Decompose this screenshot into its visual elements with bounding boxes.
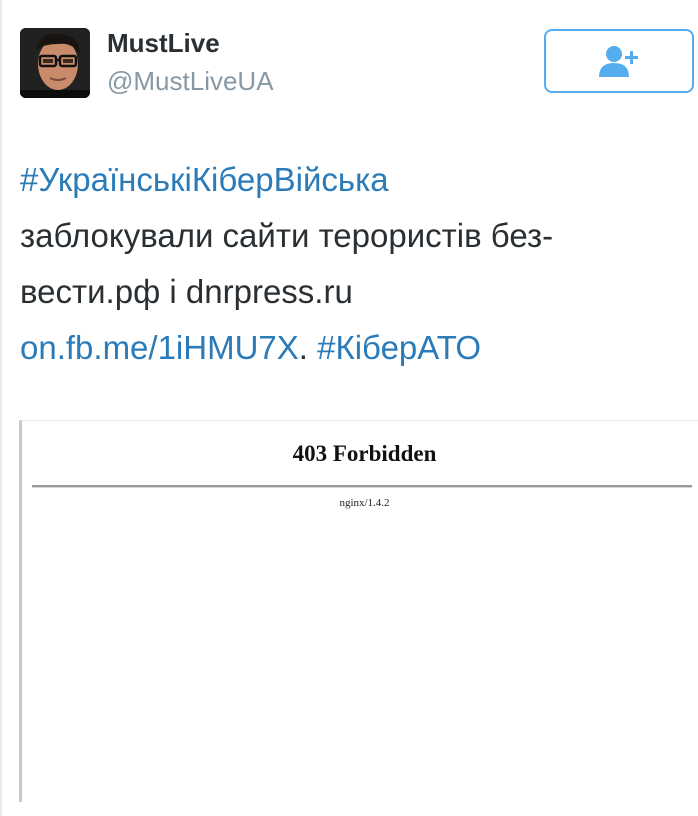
tweet-text-line: вести.рф і dnrpress.ru [20,273,353,310]
media-image[interactable]: 403 Forbidden nginx/1.4.2 [19,420,698,802]
timeline-border [0,0,2,816]
horizontal-rule [32,485,692,488]
tweet-text-line: заблокували сайти терористів без- [20,217,554,254]
follow-button[interactable] [544,29,694,93]
avatar[interactable] [20,28,90,98]
avatar-photo [20,28,90,98]
hashtag-link[interactable]: #КіберАТО [317,329,481,366]
author-handle[interactable]: @MustLiveUA [107,66,274,96]
author-name[interactable]: MustLive [107,28,220,58]
tweet-text: #УкраїнськіКіберВійська заблокували сайт… [20,152,680,376]
tweet-view: MustLive @MustLiveUA #УкраїнськіКіберВій… [0,0,698,816]
server-signature: nginx/1.4.2 [339,497,390,509]
hashtag-link[interactable]: #УкраїнськіКіберВійська [20,161,389,198]
separator-text: . [298,329,308,366]
url-link[interactable]: on.fb.me/1iHMU7X [20,329,299,366]
add-user-icon [599,46,638,77]
error-title: 403 Forbidden [292,441,437,466]
